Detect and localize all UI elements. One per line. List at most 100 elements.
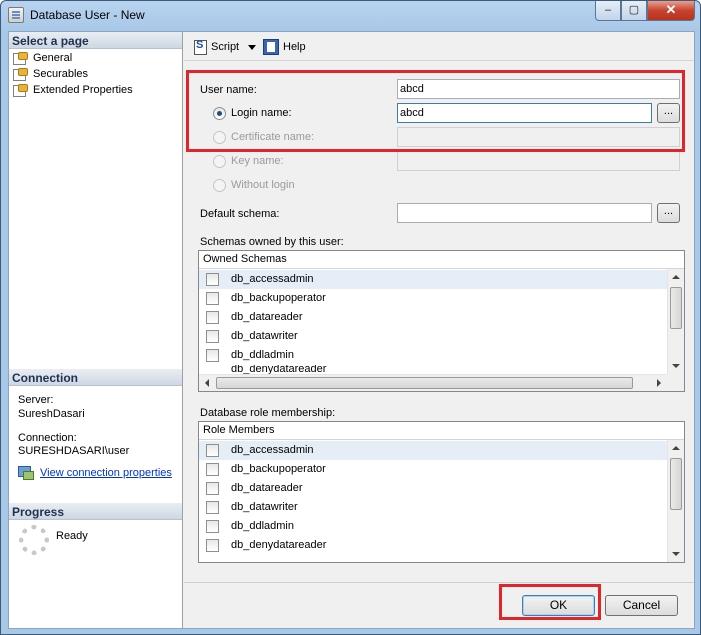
page-item-label: Extended Properties [33, 84, 133, 96]
cancel-button[interactable]: Cancel [605, 595, 678, 616]
scroll-thumb[interactable] [216, 377, 633, 389]
row-label: db_datawriter [231, 501, 298, 513]
role-members-column-header[interactable]: Role Members [199, 422, 684, 440]
table-row[interactable]: db_backupoperator [199, 460, 667, 479]
scroll-left-icon[interactable] [205, 379, 209, 387]
page-item-extended-properties[interactable]: Extended Properties [12, 82, 133, 98]
help-icon[interactable] [263, 39, 279, 55]
footer-divider [184, 582, 694, 583]
scroll-down-icon[interactable] [672, 364, 680, 368]
database-user-window: Database User - New ‒ ▢ ✕ Select a page … [0, 0, 701, 635]
default-schema-label: Default schema: [200, 208, 280, 220]
page-item-label: General [33, 52, 73, 64]
table-row[interactable]: db_ddladmin [199, 346, 667, 365]
table-row[interactable]: db_datawriter [199, 498, 667, 517]
scroll-down-icon[interactable] [672, 552, 680, 556]
table-row[interactable]: db_accessadmin [199, 270, 667, 289]
row-label: db_denydatareader [231, 365, 327, 374]
table-row[interactable]: db_datawriter [199, 327, 667, 346]
progress-status: Ready [56, 530, 88, 542]
row-checkbox[interactable] [206, 311, 219, 324]
row-label: db_datareader [231, 311, 303, 323]
table-row[interactable]: db_denydatareader [199, 365, 667, 374]
row-checkbox[interactable] [206, 482, 219, 495]
row-checkbox[interactable] [206, 463, 219, 476]
default-schema-input[interactable] [397, 203, 652, 223]
owned-schemas-column-header[interactable]: Owned Schemas [199, 251, 684, 269]
key-name-radio[interactable] [213, 155, 226, 168]
key-name-label: Key name: [231, 155, 284, 167]
table-row[interactable]: db_backupoperator [199, 289, 667, 308]
page-item-label: Securables [33, 68, 89, 80]
chevron-down-icon[interactable] [248, 45, 256, 50]
page-icon [13, 68, 28, 81]
without-login-radio[interactable] [213, 179, 226, 192]
user-name-input[interactable] [397, 79, 680, 99]
table-row[interactable]: db_datareader [199, 308, 667, 327]
row-checkbox[interactable] [206, 520, 219, 533]
role-membership-grid: Role Members db_accessadmin db_backupope… [198, 421, 685, 563]
vertical-scrollbar[interactable] [667, 440, 684, 562]
window-title: Database User - New [30, 8, 145, 22]
certificate-name-input[interactable] [397, 127, 680, 147]
title-bar[interactable]: Database User - New ‒ ▢ ✕ [1, 1, 700, 31]
server-label: Server: [18, 394, 54, 406]
page-item-general[interactable]: General [12, 50, 72, 66]
scrollbar-corner [667, 374, 684, 391]
certificate-name-label: Certificate name: [231, 131, 315, 143]
table-row[interactable]: db_accessadmin [199, 441, 667, 460]
without-login-label: Without login [231, 179, 295, 191]
scroll-right-icon[interactable] [657, 379, 661, 387]
server-value: SureshDasari [18, 408, 85, 420]
table-row[interactable]: db_datareader [199, 479, 667, 498]
row-label: db_backupoperator [231, 463, 326, 475]
help-button[interactable]: Help [283, 39, 306, 55]
scroll-thumb[interactable] [670, 458, 682, 510]
row-checkbox[interactable] [206, 444, 219, 457]
minimize-button[interactable]: ‒ [595, 1, 621, 21]
progress-spinner-icon [19, 525, 49, 555]
script-button[interactable]: Script [211, 39, 239, 55]
row-checkbox[interactable] [206, 501, 219, 514]
scroll-up-icon[interactable] [672, 446, 680, 450]
login-name-browse-button[interactable]: ... [657, 103, 680, 123]
progress-header: Progress [9, 503, 182, 520]
key-name-input[interactable] [397, 151, 680, 171]
row-label: db_accessadmin [231, 273, 314, 285]
row-label: db_ddladmin [231, 349, 294, 361]
horizontal-scrollbar[interactable] [199, 374, 667, 391]
select-page-header: Select a page [9, 32, 182, 49]
script-icon[interactable] [192, 39, 208, 55]
toolbar: Script Help [184, 32, 694, 61]
table-row[interactable]: db_ddladmin [199, 517, 667, 536]
login-name-radio[interactable] [213, 107, 226, 120]
row-label: db_ddladmin [231, 520, 294, 532]
role-membership-label: Database role membership: [200, 407, 336, 419]
ok-button[interactable]: OK [522, 595, 595, 616]
row-label: db_denydatareader [231, 539, 327, 551]
view-connection-properties-link[interactable]: View connection properties [40, 467, 172, 479]
connection-properties-icon [18, 466, 34, 480]
connection-label: Connection: [18, 432, 77, 444]
row-checkbox[interactable] [206, 349, 219, 362]
scroll-up-icon[interactable] [672, 275, 680, 279]
login-name-input[interactable] [397, 103, 652, 123]
connection-value: SURESHDASARI\user [18, 445, 130, 457]
scroll-thumb[interactable] [670, 287, 682, 329]
row-checkbox[interactable] [206, 273, 219, 286]
row-checkbox[interactable] [206, 330, 219, 343]
user-name-label: User name: [200, 84, 257, 96]
row-checkbox[interactable] [206, 292, 219, 305]
page-item-securables[interactable]: Securables [12, 66, 88, 82]
table-row[interactable]: db_denydatareader [199, 536, 667, 555]
row-checkbox[interactable] [206, 539, 219, 552]
maximize-button[interactable]: ▢ [621, 1, 647, 21]
default-schema-browse-button[interactable]: ... [657, 203, 680, 223]
login-name-label: Login name: [231, 107, 292, 119]
row-label: db_accessadmin [231, 444, 314, 456]
row-label: db_datawriter [231, 330, 298, 342]
vertical-scrollbar[interactable] [667, 269, 684, 374]
page-icon [13, 52, 28, 65]
certificate-name-radio[interactable] [213, 131, 226, 144]
close-button[interactable]: ✕ [647, 1, 695, 21]
